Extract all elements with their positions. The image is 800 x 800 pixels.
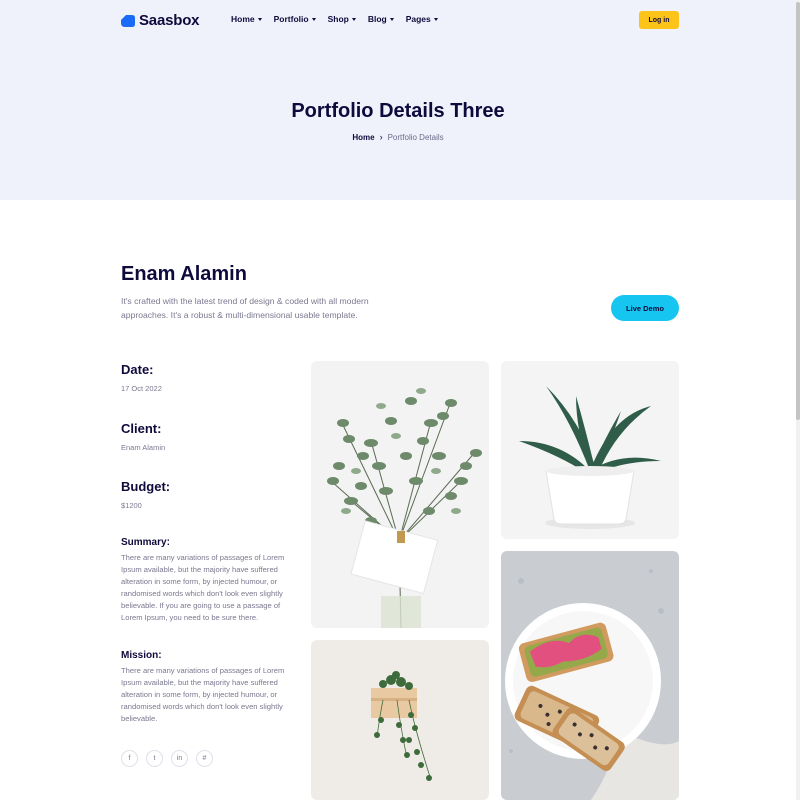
portfolio-image-eucalyptus[interactable]	[311, 361, 489, 628]
nav-item-portfolio[interactable]: Portfolio	[274, 14, 316, 24]
portfolio-image-succulent[interactable]	[501, 361, 679, 539]
project-description: It's crafted with the latest trend of de…	[121, 296, 369, 320]
scrollbar-thumb[interactable]	[796, 2, 800, 420]
page-title: Portfolio Details Three	[291, 100, 505, 122]
slack-icon[interactable]: #	[196, 750, 213, 767]
nav-label: Pages	[405, 14, 431, 24]
nav-item-home[interactable]: Home	[231, 14, 262, 24]
chevron-down-icon	[351, 17, 356, 21]
nav-item-blog[interactable]: Blog	[368, 14, 394, 24]
twitter-icon[interactable]: t	[146, 750, 163, 767]
eucalyptus-illustration	[311, 361, 489, 628]
nav-item-shop[interactable]: Shop	[328, 14, 356, 24]
mission-text: There are many variations of passages of…	[121, 666, 285, 724]
page-scrollbar[interactable]	[796, 0, 800, 800]
chevron-down-icon	[257, 17, 262, 21]
project-title: Enam Alamin	[121, 263, 247, 285]
toast-illustration	[501, 551, 679, 800]
main-nav: Home Portfolio Shop Blog Pages	[231, 14, 438, 24]
nav-label: Shop	[327, 14, 349, 24]
date-label: Date:	[121, 362, 154, 377]
nav-label: Home	[231, 14, 255, 24]
client-label: Client:	[121, 421, 162, 436]
logo-icon	[121, 15, 135, 27]
succulent-illustration	[501, 361, 679, 539]
date-value: 17 Oct 2022	[121, 384, 162, 393]
chevron-right-icon: ›	[379, 132, 383, 142]
breadcrumb-current: Portfolio Details	[387, 132, 444, 142]
facebook-icon[interactable]: f	[121, 750, 138, 767]
portfolio-image-toast[interactable]	[501, 551, 679, 800]
mission-label: Mission:	[121, 650, 162, 661]
chevron-down-icon	[433, 17, 438, 21]
summary-label: Summary:	[121, 537, 170, 548]
social-links: f t in #	[121, 750, 213, 767]
logo[interactable]: Saasbox	[121, 12, 200, 29]
chevron-down-icon	[389, 17, 394, 21]
budget-label: Budget:	[121, 479, 171, 494]
nav-item-pages[interactable]: Pages	[406, 14, 438, 24]
live-demo-button[interactable]: Live Demo	[611, 295, 679, 321]
nav-label: Blog	[367, 14, 387, 24]
breadcrumb-home-link[interactable]: Home	[352, 133, 374, 142]
client-value: Enam Alamin	[121, 443, 166, 452]
nav-label: Portfolio	[273, 14, 309, 24]
logo-text: Saasbox	[139, 12, 200, 29]
portfolio-image-ivy[interactable]	[311, 640, 489, 800]
breadcrumb: Home › Portfolio Details	[0, 132, 796, 142]
chevron-down-icon	[311, 17, 316, 21]
login-button[interactable]: Log in	[639, 11, 679, 29]
summary-text: There are many variations of passages of…	[121, 553, 285, 623]
budget-value: $1200	[121, 501, 142, 510]
linkedin-icon[interactable]: in	[171, 750, 188, 767]
ivy-illustration	[311, 640, 489, 800]
